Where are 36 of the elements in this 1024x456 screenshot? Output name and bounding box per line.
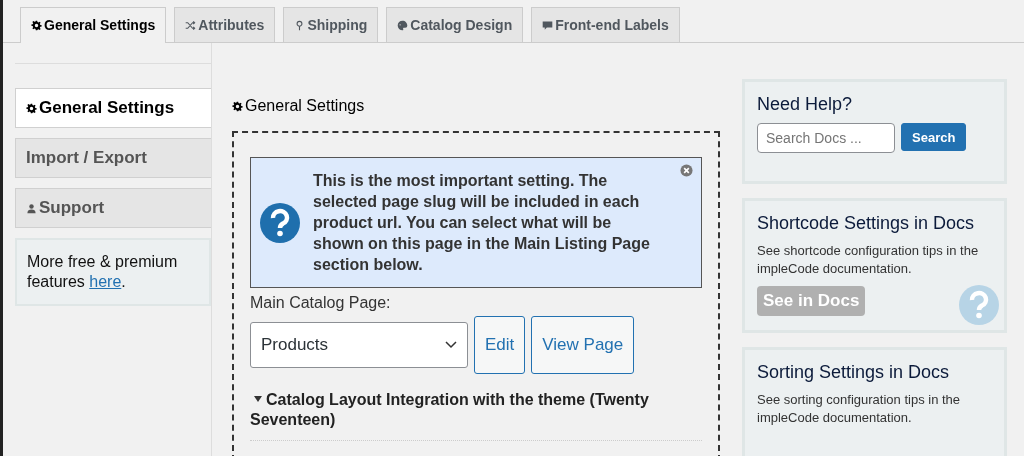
chevron-icon: [445, 341, 457, 349]
card-title: Need Help?: [757, 94, 854, 115]
card-text: See sorting configuration tips in the impleCode documentation.: [757, 391, 962, 427]
question-icon: [958, 284, 1000, 326]
tab[interactable]: Shipping: [283, 7, 379, 42]
gear-icon: [232, 101, 243, 112]
page-select[interactable]: Products: [250, 322, 468, 368]
card-text: See shortcode configuration tips in the impleCode documentation.: [757, 242, 980, 278]
sidebar-item[interactable]: Import / Export: [15, 138, 211, 178]
person-icon: [26, 203, 37, 214]
question-icon: [259, 201, 301, 244]
card-title: Sorting Settings in Docs: [757, 362, 951, 383]
link-button[interactable]: Edit: [474, 316, 526, 374]
tab[interactable]: Attributes: [174, 7, 276, 42]
here-link[interactable]: here: [89, 273, 122, 290]
promo-text: More free & premium features here.: [15, 238, 211, 306]
tab[interactable]: Catalog Design: [386, 7, 524, 42]
tab[interactable]: General Settings: [20, 7, 167, 43]
shuffle-icon: [185, 20, 197, 31]
section-heading: General Settings: [232, 97, 365, 115]
palette-icon: [397, 20, 409, 31]
sidebar-item[interactable]: General Settings: [15, 88, 211, 128]
speech-bubble-icon: [542, 20, 554, 31]
tab[interactable]: Front-end Labels: [531, 7, 680, 42]
search-button[interactable]: Search: [901, 123, 967, 151]
section-toggle[interactable]: Catalog Layout Integration with the theme (Twenty Seventeen): [250, 390, 702, 441]
card-title: Shortcode Settings in Docs: [757, 213, 976, 234]
field-label: Main Catalog Page:: [250, 294, 392, 312]
sidebar-item[interactable]: Support: [15, 188, 211, 228]
gear-icon: [31, 20, 42, 31]
search-field[interactable]: Search Docs ...: [757, 123, 895, 153]
notice-text: This is the most important setting. The selected page slug will be included in each product url. You can select what will be shown on this page in the Main Listing Page section below.: [313, 171, 651, 275]
caret-icon: [254, 396, 262, 402]
link-button[interactable]: View Page: [531, 316, 635, 374]
gear-icon: [26, 103, 37, 114]
close-icon[interactable]: [680, 164, 693, 177]
